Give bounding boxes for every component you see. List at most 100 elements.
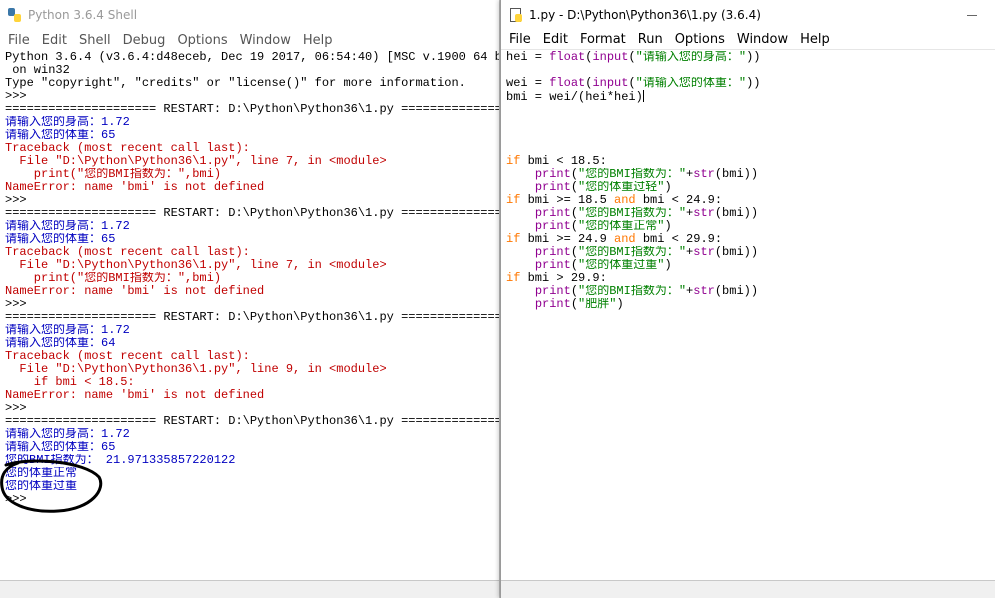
shell-line: Traceback (most recent call last): — [5, 350, 250, 363]
shell-menu-debug[interactable]: Debug — [117, 33, 172, 48]
code-token: float — [549, 51, 586, 64]
code-token: str — [693, 207, 715, 220]
editor-menubar: File Edit Format Run Options Window Help — [501, 30, 995, 50]
editor-menu-run[interactable]: Run — [632, 32, 669, 47]
shell-line: File "D:\Python\Python36\1.py", line 7, … — [5, 259, 387, 272]
code-token: ( — [570, 259, 579, 272]
shell-line: NameError: name 'bmi' is not defined — [5, 181, 265, 194]
shell-line: ===================== RESTART: D:\Python… — [5, 415, 499, 428]
shell-line: on win32 — [5, 64, 70, 77]
code-token: bmi < 29.9: — [635, 233, 723, 246]
minimize-button[interactable] — [949, 0, 995, 30]
code-token: bmi >= 18.5 — [520, 194, 615, 207]
code-token: print — [534, 181, 571, 194]
shell-line: 请输入您的体重：65 — [5, 129, 116, 142]
python-icon — [8, 8, 21, 22]
code-token: print — [534, 259, 571, 272]
shell-menu-shell[interactable]: Shell — [73, 33, 117, 48]
code-token: (bmi)) — [714, 246, 759, 259]
code-token: ) — [664, 181, 672, 194]
shell-line: ===================== RESTART: D:\Python… — [5, 103, 499, 116]
code-token: ( — [570, 285, 579, 298]
editor-window[interactable]: 1.py - D:\Python\Python36\1.py (3.6.4) F… — [500, 0, 995, 598]
shell-menu-options[interactable]: Options — [171, 33, 233, 48]
shell-menu-file[interactable]: File — [2, 33, 36, 48]
code-token: "肥胖" — [578, 298, 617, 311]
editor-menu-format[interactable]: Format — [574, 32, 632, 47]
code-token: if — [506, 194, 521, 207]
shell-line: >>> — [5, 493, 34, 506]
shell-line: 请输入您的身高：1.72 — [5, 116, 130, 129]
shell-menu-edit[interactable]: Edit — [36, 33, 73, 48]
python-shell-window[interactable]: Python 3.6.4 Shell File Edit Shell Debug… — [0, 0, 500, 598]
editor-menu-window[interactable]: Window — [731, 32, 794, 47]
code-line: wei = float(input("请输入您的体重：")) — [506, 77, 995, 90]
minimize-icon — [967, 14, 977, 16]
shell-menubar: File Edit Shell Debug Options Window Hel… — [0, 30, 499, 50]
shell-line: ===================== RESTART: D:\Python… — [5, 311, 499, 324]
code-line: if bmi < 18.5: — [506, 155, 995, 168]
code-token: print — [534, 298, 571, 311]
code-token: input — [592, 51, 629, 64]
editor-menu-file[interactable]: File — [503, 32, 537, 47]
editor-code-area[interactable]: hei = float(input("请输入您的身高：")) wei = flo… — [501, 50, 995, 311]
shell-statusbar — [0, 580, 499, 598]
shell-line: print("您的BMI指数为：",bmi) — [5, 168, 222, 181]
code-token: "您的体重正常" — [578, 220, 665, 233]
shell-line: File "D:\Python\Python36\1.py", line 7, … — [5, 155, 387, 168]
code-line: print("您的体重正常") — [506, 220, 995, 233]
shell-line: Traceback (most recent call last): — [5, 142, 250, 155]
shell-line: >>> — [5, 402, 34, 415]
code-token: "请输入您的体重：" — [635, 77, 747, 90]
code-token: print — [534, 168, 571, 181]
shell-line: NameError: name 'bmi' is not defined — [5, 285, 265, 298]
shell-line: 您的BMI指数为： 21.971335857220122 — [5, 454, 236, 467]
shell-line: 请输入您的体重：64 — [5, 337, 116, 350]
code-line: if bmi >= 18.5 and bmi < 24.9: — [506, 194, 995, 207]
code-token: ( — [570, 246, 579, 259]
code-token: ( — [570, 298, 579, 311]
code-token: bmi < 24.9: — [635, 194, 723, 207]
shell-titlebar[interactable]: Python 3.6.4 Shell — [0, 0, 499, 30]
shell-line: >>> — [5, 90, 34, 103]
code-token: str — [693, 168, 715, 181]
shell-menu-window[interactable]: Window — [234, 33, 297, 48]
code-token: ) — [664, 259, 672, 272]
editor-menu-options[interactable]: Options — [669, 32, 731, 47]
code-token: ( — [570, 220, 579, 233]
shell-line: 请输入您的身高：1.72 — [5, 220, 130, 233]
editor-titlebar[interactable]: 1.py - D:\Python\Python36\1.py (3.6.4) — [501, 0, 995, 30]
code-token: )) — [746, 77, 761, 90]
code-line: print("您的BMI指数为："+str(bmi)) — [506, 246, 995, 259]
editor-menu-help[interactable]: Help — [794, 32, 836, 47]
code-token: print — [534, 285, 571, 298]
code-line: if bmi > 29.9: — [506, 272, 995, 285]
shell-line: print("您的BMI指数为：",bmi) — [5, 272, 222, 285]
shell-output-area[interactable]: Python 3.6.4 (v3.6.4:d48eceb, Dec 19 201… — [0, 50, 499, 506]
code-token: ( — [628, 77, 636, 90]
code-token: float — [549, 77, 586, 90]
shell-line: File "D:\Python\Python36\1.py", line 9, … — [5, 363, 387, 376]
code-token: str — [693, 246, 715, 259]
shell-menu-help[interactable]: Help — [297, 33, 339, 48]
code-token: ) — [616, 298, 624, 311]
code-line: if bmi >= 24.9 and bmi < 29.9: — [506, 233, 995, 246]
shell-line: 请输入您的身高：1.72 — [5, 324, 130, 337]
shell-line: Traceback (most recent call last): — [5, 246, 250, 259]
code-line: print("您的BMI指数为："+str(bmi)) — [506, 285, 995, 298]
code-token: bmi >= 24.9 — [520, 233, 615, 246]
code-token: "您的BMI指数为：" — [578, 207, 687, 220]
shell-line: Python 3.6.4 (v3.6.4:d48eceb, Dec 19 201… — [5, 51, 499, 64]
code-token: ( — [628, 51, 636, 64]
shell-line: Type "copyright", "credits" or "license(… — [5, 77, 466, 90]
code-line: print("您的BMI指数为："+str(bmi)) — [506, 207, 995, 220]
editor-menu-edit[interactable]: Edit — [537, 32, 574, 47]
